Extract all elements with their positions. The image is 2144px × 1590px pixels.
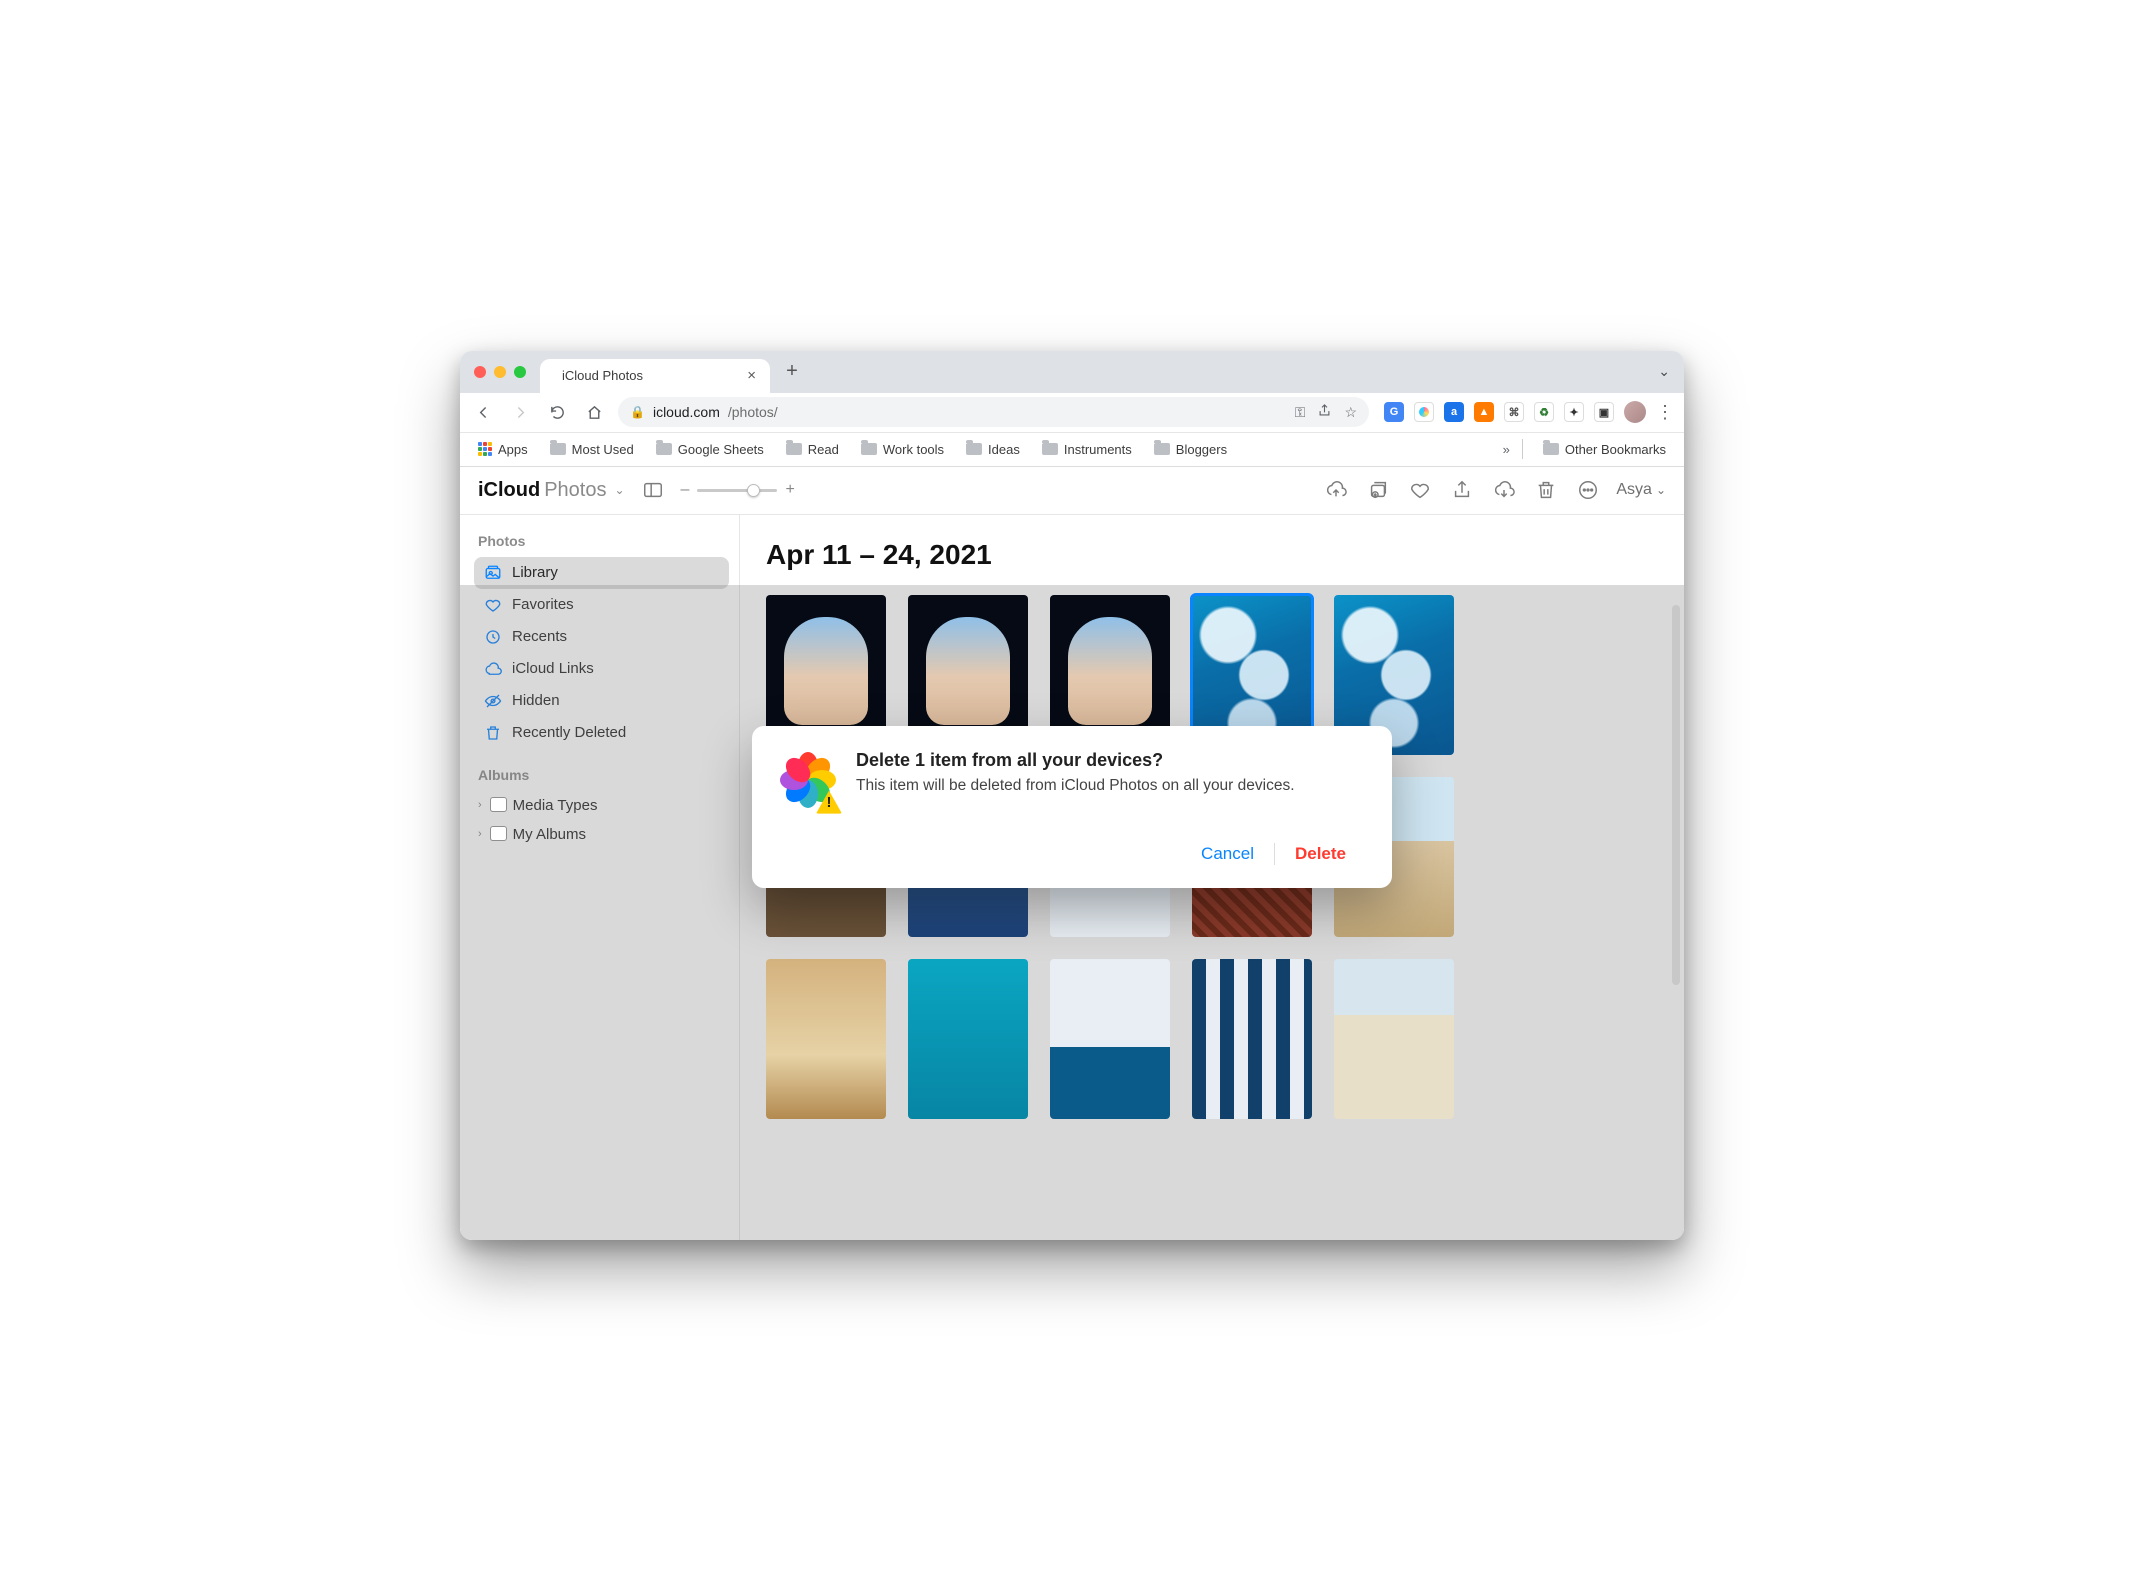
chevron-down-icon: ⌄: [1656, 483, 1666, 497]
cancel-button[interactable]: Cancel: [1181, 838, 1274, 870]
browser-menu-icon[interactable]: ⋮: [1656, 402, 1674, 423]
extensions: G a ▲ ⌘ ♻ ✦ ▣ ⋮: [1380, 401, 1674, 423]
bookmark-folder[interactable]: Instruments: [1034, 438, 1140, 461]
albums-icon: [490, 828, 505, 841]
url-host: icloud.com: [653, 404, 720, 420]
tab-title: iCloud Photos: [562, 368, 737, 383]
profile-avatar[interactable]: [1624, 401, 1646, 423]
bookmark-star-icon[interactable]: ☆: [1344, 404, 1357, 421]
bookmark-folder[interactable]: Most Used: [542, 438, 642, 461]
sidebar-toggle-icon[interactable]: [639, 476, 667, 504]
ext-icon[interactable]: a: [1444, 402, 1464, 422]
bookmark-folder[interactable]: Google Sheets: [648, 438, 772, 461]
forward-button: [507, 399, 533, 425]
scrollbar[interactable]: [1672, 605, 1680, 985]
url-path: /photos/: [728, 404, 778, 420]
sidebar-section-photos: Photos: [470, 529, 729, 557]
date-range-header: Apr 11 – 24, 2021: [766, 539, 1658, 571]
photo-thumbnail[interactable]: [1050, 959, 1170, 1119]
ext-icon[interactable]: ⌘: [1504, 402, 1524, 422]
delete-button[interactable]: Delete: [1275, 838, 1366, 870]
folder-icon: [550, 443, 566, 455]
zoom-track[interactable]: [697, 489, 777, 492]
dialog-message: This item will be deleted from iCloud Ph…: [856, 777, 1295, 795]
bookmark-folder[interactable]: Bloggers: [1146, 438, 1235, 461]
bookmark-other[interactable]: Other Bookmarks: [1535, 438, 1674, 461]
apps-grid-icon: [478, 442, 492, 456]
folder-icon: [1543, 443, 1559, 455]
photo-thumbnail[interactable]: [908, 959, 1028, 1119]
tabs-menu-icon[interactable]: ⌄: [1658, 363, 1670, 380]
photos-app-warning-icon: !: [778, 750, 838, 810]
close-tab-icon[interactable]: ×: [747, 367, 756, 384]
folder-icon: [1154, 443, 1170, 455]
bookmark-folder[interactable]: Read: [778, 438, 847, 461]
photo-thumbnail[interactable]: [766, 959, 886, 1119]
photos-icon: [484, 564, 502, 582]
address-bar: 🔒 icloud.com/photos/ ⚿ ☆ G a ▲ ⌘ ♻ ✦ ▣ ⋮: [460, 393, 1684, 433]
bookmarks-bar: Apps Most Used Google Sheets Read Work t…: [460, 433, 1684, 467]
favorite-icon[interactable]: [1406, 476, 1434, 504]
browser-tab[interactable]: iCloud Photos ×: [540, 359, 770, 393]
minimize-window-icon[interactable]: [494, 366, 506, 378]
new-tab-button[interactable]: +: [778, 360, 806, 383]
albums-icon: [490, 799, 505, 812]
delete-confirm-dialog: ! Delete 1 item from all your devices? T…: [752, 726, 1392, 888]
delete-icon[interactable]: [1532, 476, 1560, 504]
folder-icon: [966, 443, 982, 455]
app-brand[interactable]: iCloud Photos ⌄: [478, 479, 625, 502]
account-menu[interactable]: Asya⌄: [1616, 481, 1666, 499]
download-icon[interactable]: [1490, 476, 1518, 504]
share-icon[interactable]: [1448, 476, 1476, 504]
zoom-slider[interactable]: – +: [681, 481, 795, 499]
bookmark-apps[interactable]: Apps: [470, 438, 536, 461]
window-controls: [460, 366, 540, 378]
folder-icon: [656, 443, 672, 455]
key-icon[interactable]: ⚿: [1295, 404, 1306, 421]
url-field[interactable]: 🔒 icloud.com/photos/ ⚿ ☆: [618, 397, 1369, 427]
reload-button[interactable]: [544, 399, 570, 425]
photo-thumbnail[interactable]: [1334, 959, 1454, 1119]
folder-icon: [786, 443, 802, 455]
back-button[interactable]: [470, 399, 496, 425]
app-toolbar: iCloud Photos ⌄ – + Asya⌄: [460, 467, 1684, 515]
zoom-out-icon[interactable]: –: [681, 481, 690, 499]
bookmark-folder[interactable]: Work tools: [853, 438, 952, 461]
sidepanel-icon[interactable]: ▣: [1594, 402, 1614, 422]
chevron-down-icon: ⌄: [614, 483, 624, 497]
ext-icon[interactable]: [1414, 402, 1434, 422]
add-to-album-icon[interactable]: [1364, 476, 1392, 504]
more-icon[interactable]: [1574, 476, 1602, 504]
bookmarks-overflow-icon[interactable]: »: [1503, 442, 1510, 457]
titlebar: iCloud Photos × + ⌄: [460, 351, 1684, 393]
close-window-icon[interactable]: [474, 366, 486, 378]
dialog-title: Delete 1 item from all your devices?: [856, 750, 1295, 771]
upload-icon[interactable]: [1322, 476, 1350, 504]
lock-icon: 🔒: [630, 405, 645, 419]
maximize-window-icon[interactable]: [514, 366, 526, 378]
home-button[interactable]: [581, 399, 607, 425]
photo-thumbnail[interactable]: [1192, 959, 1312, 1119]
extensions-puzzle-icon[interactable]: ✦: [1564, 402, 1584, 422]
zoom-knob[interactable]: [747, 484, 760, 497]
ext-icon[interactable]: ▲: [1474, 402, 1494, 422]
folder-icon: [1042, 443, 1058, 455]
browser-window: iCloud Photos × + ⌄ 🔒 icloud.com/photos/…: [460, 351, 1684, 1240]
share-url-icon[interactable]: [1317, 403, 1332, 421]
folder-icon: [861, 443, 877, 455]
zoom-in-icon[interactable]: +: [785, 481, 794, 499]
ext-icon[interactable]: ♻: [1534, 402, 1554, 422]
bookmark-folder[interactable]: Ideas: [958, 438, 1028, 461]
ext-translate-icon[interactable]: G: [1384, 402, 1404, 422]
